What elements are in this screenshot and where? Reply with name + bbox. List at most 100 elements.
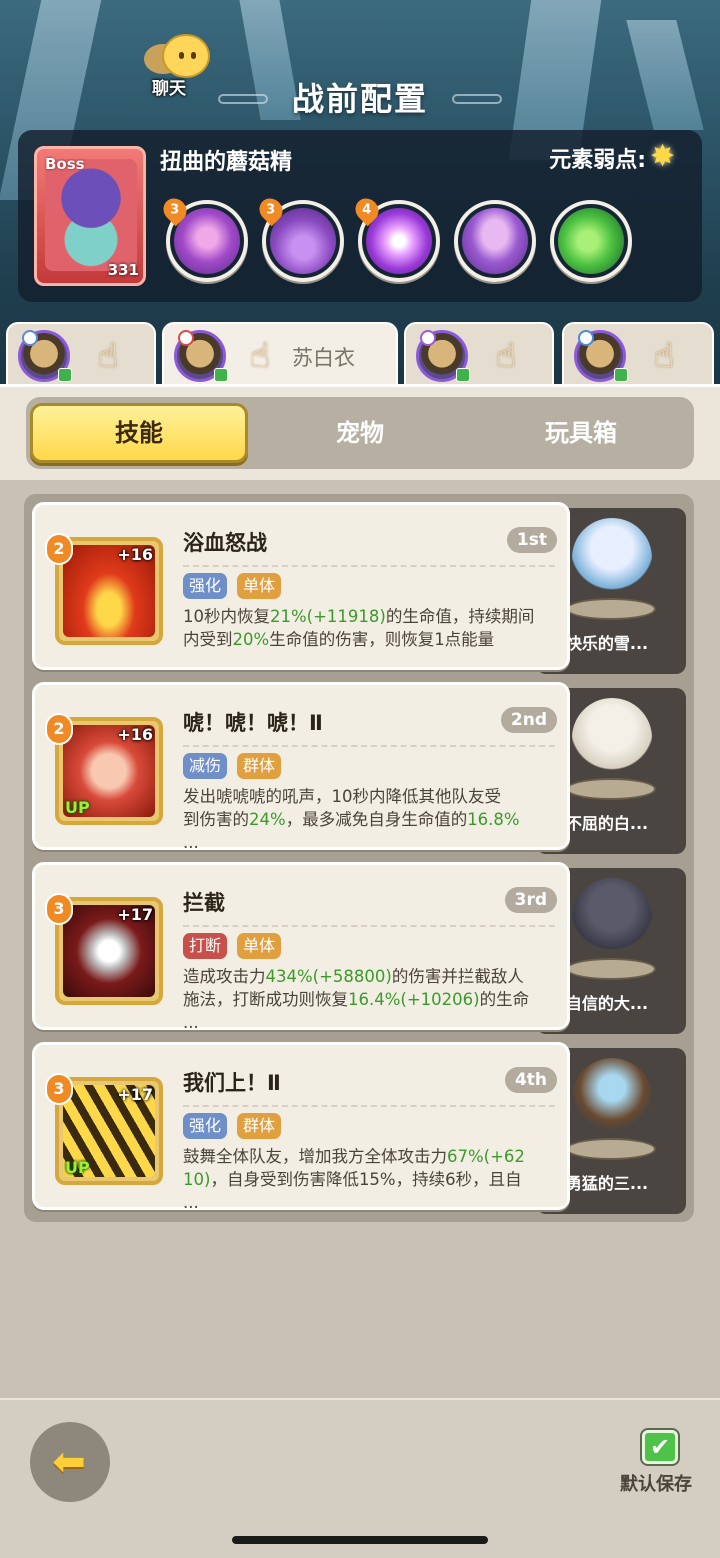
boss-portrait[interactable]: Boss 331 (34, 146, 146, 286)
skill-level-badge: 2 (45, 533, 73, 565)
dark-element-icon (420, 330, 436, 346)
skill-title: 浴血怒战 (183, 531, 267, 555)
desc-text: ，最多减免自身生命值的 (285, 810, 468, 829)
back-button[interactable]: ⬅ (30, 1422, 110, 1502)
skill-icon: 3 +17 (45, 893, 163, 1005)
desc-text: 生命值的伤害，则恢复1点能量 (269, 630, 495, 649)
skill-plus: +16 (117, 725, 153, 744)
back-arrow-icon: ⬅ (52, 1439, 86, 1485)
skill-order-badge: 2nd (500, 707, 557, 733)
water-element-icon (22, 330, 38, 346)
skill-plus: +17 (117, 905, 153, 924)
skill-tag: 强化 (183, 1113, 228, 1139)
skill-tag: 减伤 (183, 753, 228, 779)
skill-order-badge: 1st (506, 527, 557, 553)
desc-highlight: 20% (232, 630, 270, 649)
page-title: 战前配置 (291, 80, 428, 118)
divider (183, 1105, 555, 1107)
equipped-check-icon (58, 368, 72, 382)
equipped-check-icon (214, 368, 228, 382)
fire-element-icon (178, 330, 194, 346)
light-element-icon: ✸ (650, 139, 676, 174)
desc-text: 10秒内恢复 (183, 607, 270, 626)
desc-text: ... (183, 833, 199, 849)
upgrade-badge: UP (65, 1158, 90, 1177)
pet-pedestal (566, 1138, 656, 1160)
hand-icon: ☝ (249, 336, 271, 376)
desc-highlight: 434%(+58800) (265, 967, 392, 986)
desc-highlight: 24% (249, 810, 286, 829)
skill-card[interactable]: 3 +17 拦截 3rd 打断 单体 造成攻击力434%(+58800)的伤害并… (32, 862, 570, 1030)
mushroom-skill-icon (462, 208, 528, 274)
hero-tab-2[interactable]: ☝ 苏白衣 (162, 322, 398, 386)
desc-text: 鼓舞全体队友，增加我方全体攻击力 (183, 1147, 447, 1166)
skill-description: 鼓舞全体队友，增加我方全体攻击力67%(+62 10)，自身受到伤害降低15%，… (183, 1145, 567, 1209)
skill-card[interactable]: 3 +17 UP 我们上！Ⅱ 4th 强化 群体 鼓舞全体队友，增加我方全体攻击… (32, 1042, 570, 1210)
segment-control: 技能 宠物 玩具箱 (26, 397, 694, 469)
skill-description: 10秒内恢复21%(+11918)的生命值，持续期间 内受到20%生命值的伤害，… (183, 605, 567, 669)
equipped-check-icon (456, 368, 470, 382)
hero-tab-3[interactable]: ☝ (404, 322, 554, 386)
default-save-checkbox[interactable]: ✔ (642, 1430, 678, 1464)
boss-skill-level: 3 (170, 202, 180, 218)
divider (183, 925, 555, 927)
skill-title: 拦截 (183, 891, 225, 915)
skill-tag: 群体 (237, 1113, 282, 1139)
boss-avatar (45, 159, 137, 271)
boss-info-panel: Boss 331 扭曲的蘑菇精 元素弱点: ✸ 3 3 4 (18, 130, 702, 302)
skill-tag: 群体 (237, 753, 282, 779)
home-indicator[interactable] (232, 1536, 488, 1544)
boss-skill-level: 3 (266, 202, 276, 218)
desc-highlight: 16.8% (467, 810, 520, 829)
desc-highlight: 21%(+11918) (270, 607, 386, 626)
hero-tab-4[interactable]: ☝ (562, 322, 714, 386)
boss-skill-2[interactable]: 3 (254, 193, 344, 282)
skill-tag: 打断 (183, 933, 228, 959)
skill-card[interactable]: 2 +16 UP 唬！唬！唬！Ⅱ 2nd 减伤 群体 发出唬唬唬的吼声，10秒内… (32, 682, 570, 850)
divider (183, 745, 555, 747)
equipped-check-icon (614, 368, 628, 382)
skill-order-badge: 3rd (504, 887, 557, 913)
hand-icon: ☝ (97, 336, 119, 376)
green-slime-skill-icon (558, 208, 624, 274)
skill-description: 造成攻击力434%(+58800)的伤害并拦截敌人 施法，打断成功则恢复16.4… (183, 965, 567, 1029)
skill-plus: +17 (117, 1085, 153, 1104)
skill-level-badge: 3 (45, 893, 73, 925)
skill-row: 勇猛的三... 3 +17 UP 我们上！Ⅱ 4th 强化 群体 鼓舞全体队友，… (24, 1042, 694, 1214)
skill-description: 发出唬唬唬的吼声，10秒内降低其他队友受 到伤害的24%，最多减免自身生命值的1… (183, 785, 567, 849)
tab-pet[interactable]: 宠物 (251, 403, 469, 463)
boss-skill-1[interactable]: 3 (158, 193, 248, 282)
skill-list: 快乐的雪... 2 +16 浴血怒战 1st 强化 单体 10秒内恢复21%(+… (24, 494, 694, 1222)
boss-skill-level: 4 (362, 202, 372, 218)
desc-text: 造成攻击力 (183, 967, 266, 986)
hero-name: 苏白衣 (292, 346, 355, 370)
bottom-bar: ⬅ ✔ 默认保存 (0, 1398, 720, 1558)
skill-title: 我们上！Ⅱ (183, 1071, 281, 1095)
skill-plus: +16 (117, 545, 153, 564)
skill-row: 快乐的雪... 2 +16 浴血怒战 1st 强化 单体 10秒内恢复21%(+… (24, 502, 694, 674)
chat-smiley-icon (162, 34, 210, 78)
skill-tag: 单体 (237, 933, 282, 959)
skill-tag: 单体 (237, 573, 282, 599)
skill-tag: 强化 (183, 573, 228, 599)
config-panel: 技能 宠物 玩具箱 快乐的雪... 2 +16 浴血怒战 1st 强化 单体 1… (0, 384, 720, 1398)
skill-icon: 3 +17 UP (45, 1073, 163, 1185)
skill-level-badge: 2 (45, 713, 73, 745)
skill-row: 自信的大... 3 +17 拦截 3rd 打断 单体 造成攻击力434%(+58… (24, 862, 694, 1034)
pet-pedestal (566, 958, 656, 980)
skill-row: 不屈的白... 2 +16 UP 唬！唬！唬！Ⅱ 2nd 减伤 群体 发出唬唬唬… (24, 682, 694, 854)
boss-skill-5[interactable] (550, 200, 632, 282)
skill-card[interactable]: 2 +16 浴血怒战 1st 强化 单体 10秒内恢复21%(+11918)的生… (32, 502, 570, 670)
boss-skill-4[interactable] (454, 200, 536, 282)
boss-skill-3[interactable]: 4 (350, 193, 440, 282)
tab-toybox[interactable]: 玩具箱 (472, 403, 690, 463)
hand-icon: ☝ (495, 336, 517, 376)
wind-element-icon (578, 330, 594, 346)
tab-skill[interactable]: 技能 (30, 403, 248, 463)
pet-pedestal (566, 598, 656, 620)
hero-tab-1[interactable]: ☝ (6, 322, 156, 386)
skill-icon: 2 +16 (45, 533, 163, 645)
weakness-label: 元素弱点: (549, 148, 646, 173)
skill-title: 唬！唬！唬！Ⅱ (183, 711, 323, 735)
desc-highlight: 16.4%(+10206) (348, 990, 480, 1009)
